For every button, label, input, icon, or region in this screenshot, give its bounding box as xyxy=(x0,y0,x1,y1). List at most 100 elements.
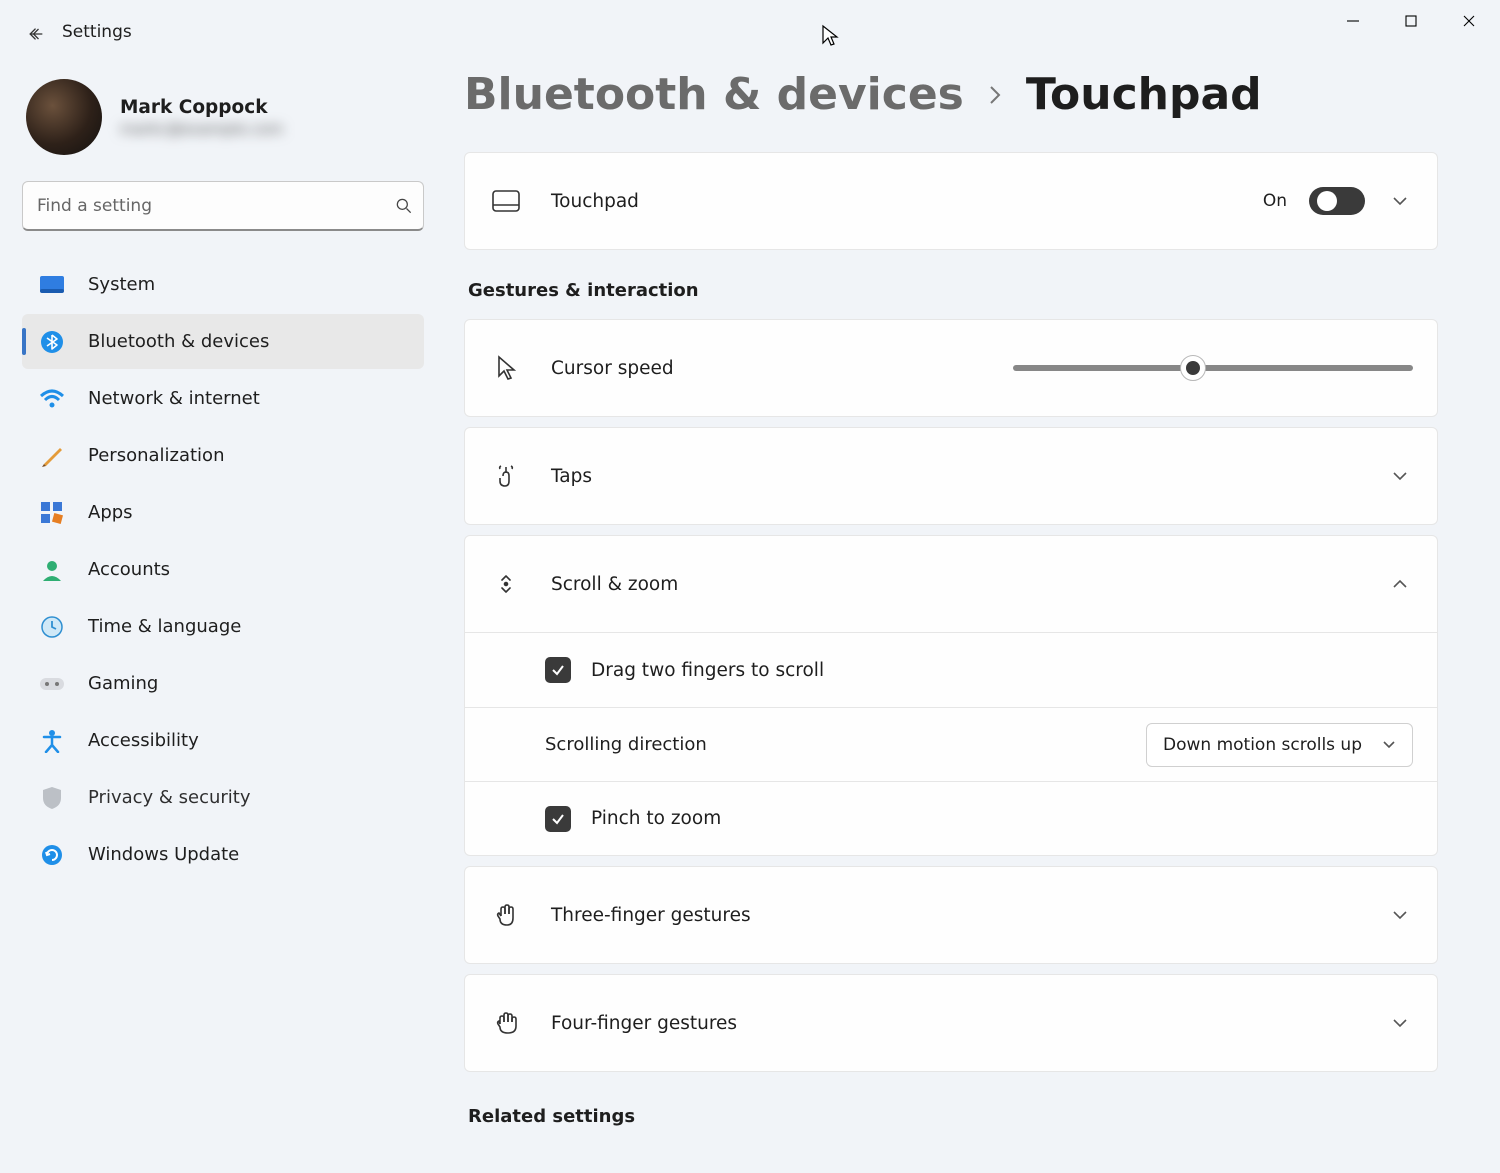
scrolling-direction-select[interactable]: Down motion scrolls up xyxy=(1146,723,1413,767)
sidebar-item-label: Privacy & security xyxy=(88,787,251,808)
toggle-state-text: On xyxy=(1263,191,1287,211)
back-button[interactable] xyxy=(18,16,54,52)
taps-label: Taps xyxy=(551,466,592,487)
gamepad-icon xyxy=(38,670,66,698)
expand-button[interactable] xyxy=(1387,470,1413,482)
sidebar-item-label: Gaming xyxy=(88,673,158,694)
check-icon xyxy=(550,662,566,678)
chevron-down-icon xyxy=(1382,740,1396,750)
system-icon xyxy=(38,271,66,299)
pinch-to-zoom-label: Pinch to zoom xyxy=(591,808,721,829)
expand-button[interactable] xyxy=(1387,1017,1413,1029)
clock-globe-icon xyxy=(38,613,66,641)
scroll-zoom-header[interactable]: Scroll & zoom xyxy=(465,536,1437,632)
check-icon xyxy=(550,811,566,827)
drag-two-fingers-row[interactable]: Drag two fingers to scroll xyxy=(465,633,1437,707)
sidebar-item-accessibility[interactable]: Accessibility xyxy=(22,713,424,768)
profile-name: Mark Coppock xyxy=(120,97,283,118)
window-close-button[interactable] xyxy=(1440,2,1498,40)
window-maximize-button[interactable] xyxy=(1382,2,1440,40)
search-input[interactable] xyxy=(22,181,424,231)
sidebar-item-privacy-security[interactable]: Privacy & security xyxy=(22,770,424,825)
sidebar-item-windows-update[interactable]: Windows Update xyxy=(22,827,424,882)
search-button[interactable] xyxy=(394,196,414,216)
main-content: Bluetooth & devices Touchpad Touchpad On xyxy=(446,57,1500,1173)
expand-button[interactable] xyxy=(1387,909,1413,921)
sidebar-item-network[interactable]: Network & internet xyxy=(22,371,424,426)
cursor-speed-label: Cursor speed xyxy=(551,358,674,379)
drag-two-fingers-checkbox[interactable] xyxy=(545,657,571,683)
minimize-icon xyxy=(1346,14,1360,28)
sidebar-item-system[interactable]: System xyxy=(22,257,424,312)
chevron-down-icon xyxy=(1391,470,1409,482)
cursor-speed-slider[interactable] xyxy=(1013,365,1413,371)
cursor-icon xyxy=(489,355,523,381)
scrolling-direction-value: Down motion scrolls up xyxy=(1163,735,1362,755)
sidebar-item-accounts[interactable]: Accounts xyxy=(22,542,424,597)
four-finger-card[interactable]: Four-finger gestures xyxy=(464,974,1438,1072)
sidebar-item-label: Accounts xyxy=(88,559,170,580)
sidebar-item-gaming[interactable]: Gaming xyxy=(22,656,424,711)
touchpad-card[interactable]: Touchpad On xyxy=(464,152,1438,250)
breadcrumb-parent[interactable]: Bluetooth & devices xyxy=(464,69,964,120)
accessibility-icon xyxy=(38,727,66,755)
drag-two-fingers-label: Drag two fingers to scroll xyxy=(591,660,824,681)
avatar xyxy=(26,79,102,155)
page-title: Touchpad xyxy=(1026,69,1262,120)
hand-icon xyxy=(489,902,523,928)
window-minimize-button[interactable] xyxy=(1324,2,1382,40)
sidebar-item-label: Network & internet xyxy=(88,388,260,409)
scrolling-direction-label: Scrolling direction xyxy=(545,734,707,755)
collapse-button[interactable] xyxy=(1387,578,1413,590)
brush-icon xyxy=(38,442,66,470)
expand-button[interactable] xyxy=(1387,195,1413,207)
pinch-to-zoom-checkbox[interactable] xyxy=(545,806,571,832)
scrolling-direction-row: Scrolling direction Down motion scrolls … xyxy=(465,707,1437,781)
sidebar-item-apps[interactable]: Apps xyxy=(22,485,424,540)
chevron-down-icon xyxy=(1391,909,1409,921)
scroll-zoom-label: Scroll & zoom xyxy=(551,574,678,595)
three-finger-card[interactable]: Three-finger gestures xyxy=(464,866,1438,964)
sidebar-item-label: Bluetooth & devices xyxy=(88,331,269,352)
profile-email: markc@example.com xyxy=(120,120,283,138)
section-title-related: Related settings xyxy=(468,1106,1438,1127)
four-finger-label: Four-finger gestures xyxy=(551,1013,737,1034)
breadcrumb: Bluetooth & devices Touchpad xyxy=(464,69,1438,120)
sidebar-item-time-language[interactable]: Time & language xyxy=(22,599,424,654)
chevron-right-icon xyxy=(986,81,1004,109)
titlebar: Settings xyxy=(0,0,1500,57)
sidebar-item-label: Personalization xyxy=(88,445,224,466)
update-icon xyxy=(38,841,66,869)
apps-icon xyxy=(38,499,66,527)
touchpad-toggle[interactable] xyxy=(1309,187,1365,215)
chevron-down-icon xyxy=(1391,195,1409,207)
hand-icon xyxy=(489,1010,523,1036)
pinch-to-zoom-row[interactable]: Pinch to zoom xyxy=(465,781,1437,855)
scroll-zoom-card: Scroll & zoom Drag two fingers to scroll… xyxy=(464,535,1438,856)
touchpad-label: Touchpad xyxy=(551,191,639,212)
sidebar-item-label: Accessibility xyxy=(88,730,199,751)
section-title-gestures: Gestures & interaction xyxy=(468,280,1438,301)
touchpad-icon xyxy=(489,190,523,212)
maximize-icon xyxy=(1404,14,1418,28)
shield-icon xyxy=(38,784,66,812)
sidebar-item-label: Windows Update xyxy=(88,844,239,865)
taps-card[interactable]: Taps xyxy=(464,427,1438,525)
chevron-down-icon xyxy=(1391,1017,1409,1029)
three-finger-label: Three-finger gestures xyxy=(551,905,751,926)
window-title: Settings xyxy=(62,22,132,42)
scroll-icon xyxy=(489,570,523,598)
tap-icon xyxy=(489,463,523,489)
profile-block[interactable]: Mark Coppock markc@example.com xyxy=(26,79,424,155)
sidebar-item-label: Apps xyxy=(88,502,133,523)
sidebar: Mark Coppock markc@example.com System Bl… xyxy=(0,57,446,1173)
close-icon xyxy=(1462,14,1476,28)
chevron-up-icon xyxy=(1391,578,1409,590)
sidebar-item-label: Time & language xyxy=(88,616,241,637)
sidebar-item-personalization[interactable]: Personalization xyxy=(22,428,424,483)
search-icon xyxy=(394,196,414,216)
cursor-speed-card: Cursor speed xyxy=(464,319,1438,417)
bluetooth-icon xyxy=(38,328,66,356)
nav: System Bluetooth & devices Network & int… xyxy=(22,257,424,882)
sidebar-item-bluetooth-devices[interactable]: Bluetooth & devices xyxy=(22,314,424,369)
